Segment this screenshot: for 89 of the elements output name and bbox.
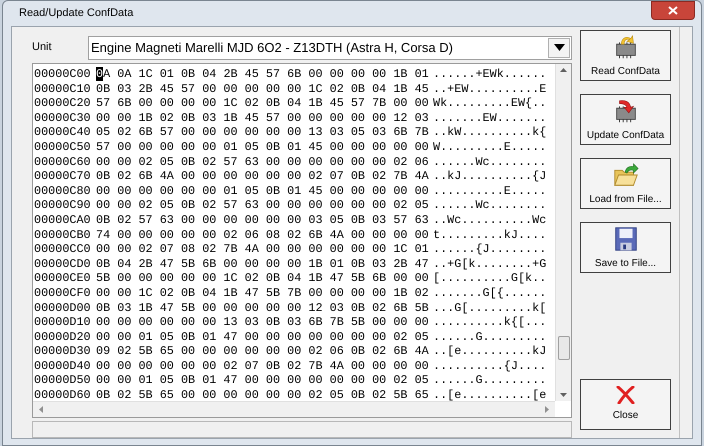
hex-bytes: 00 00 02 07 08 02 7B 4A 00 00 00 00 00 00 1C 01 (96, 242, 430, 257)
ascii-text: ......Wc........ (433, 154, 546, 170)
address-cell-text: 00000CD0 (34, 256, 92, 272)
scroll-left-icon[interactable] (39, 406, 43, 413)
action-button[interactable]: Load from File... (580, 158, 671, 209)
hex-bytes: 74 00 00 00 00 00 02 06 08 02 6B 4A 00 00 00 00 (96, 228, 430, 242)
address-cell-text: 00000CE0 (34, 271, 92, 286)
hex-bytes: 5B 00 00 00 00 00 1C 02 0B 04 1B 47 5B 6B 00 00 (96, 271, 430, 286)
hex-bytes: 00 00 01 05 0B 01 47 00 00 00 00 00 00 00 02 05 (96, 373, 430, 388)
ascii-text: ..[e..........kJ (433, 344, 546, 359)
ascii-text: ..kW..........k{ (433, 125, 546, 140)
scroll-right-icon[interactable] (545, 406, 549, 413)
ascii-text: Wk.........EW{.. (433, 96, 546, 111)
hex-bytes: 00 00 1B 02 0B 03 1B 45 57 00 00 00 00 00 12 03 (96, 110, 430, 126)
address-cell-text: 00000C10 (34, 82, 92, 96)
address-cell-text: 00000C90 (34, 198, 92, 213)
address-cell-text: 00000C00 (34, 67, 92, 82)
hex-bytes: 0B 04 2B 47 5B 6B 00 00 00 00 1B 01 0B 03 2B 47 (96, 256, 430, 272)
hex-bytes: 00 00 00 00 00 00 13 03 0B 03 6B 7B 5B 00 00 00 (96, 315, 430, 330)
ascii-text: ..+EW..........E (433, 82, 546, 96)
action-button[interactable]: Update ConfData (580, 94, 671, 145)
address-cell-text: 00000CC0 (34, 242, 92, 257)
ascii-text: ..kJ..........{J (433, 169, 546, 184)
address-cell-text: 00000D10 (34, 315, 92, 330)
hex-view[interactable] (32, 63, 572, 418)
ascii-text: W.........E..... (433, 140, 546, 155)
hex-bytes: 09 02 5B 65 00 00 00 00 00 00 02 06 0B 02 6B 4A (96, 344, 430, 359)
ascii-text: ......+EWk...... (433, 67, 546, 82)
hex-bytes: 00 00 00 00 00 00 01 05 0B 01 45 00 00 00 00 00 (96, 184, 430, 198)
address-cell-text: 00000C50 (34, 140, 92, 155)
close-button[interactable]: Close (580, 379, 671, 430)
hex-bytes: 00 00 00 00 00 00 02 07 0B 02 7B 4A 00 00 00 00 (96, 358, 430, 374)
ascii-text: ..Wc..........Wc (433, 212, 546, 228)
close-icon (616, 386, 636, 404)
address-cell-text: 00000D60 (34, 388, 92, 401)
hex-bytes: 0B 03 2B 45 57 00 00 00 00 00 1C 02 0B 04 1B 45 (96, 82, 430, 96)
ascii-text: ......Wc........ (433, 198, 546, 213)
hex-bytes: 57 00 00 00 00 00 01 05 0B 01 45 00 00 00 00 00 (96, 140, 430, 155)
hex-bytes: 00 00 1C 02 0B 04 1B 47 5B 7B 00 00 00 00 1B 02 (96, 286, 430, 300)
dropdown-arrow-icon (554, 44, 564, 51)
address-cell-text: 00000C70 (34, 169, 92, 184)
unit-dropdown[interactable]: Engine Magneti Marelli MJD 6O2 - Z13DTH (Astra H, Corsa D) (88, 36, 572, 60)
close-icon (668, 6, 678, 15)
address-cell-text: 00000CA0 (34, 212, 92, 228)
scroll-down-icon[interactable] (560, 393, 567, 397)
ascii-text: ......G......... (433, 330, 546, 344)
close-window-button[interactable] (651, 1, 695, 20)
address-cell-text: 00000D40 (34, 358, 92, 374)
horizontal-scrollbar[interactable] (33, 401, 555, 417)
address-cell-text: 00000D00 (34, 300, 92, 316)
hex-bytes: 00 00 01 05 0B 01 47 00 00 00 00 00 00 00 02 05 (96, 330, 430, 344)
vertical-scrollbar[interactable] (555, 64, 571, 401)
ascii-text: t.........kJ.... (433, 228, 546, 242)
window-title: Read/Update ConfData (19, 6, 134, 22)
ascii-text: ..........{J.... (433, 358, 546, 374)
ascii-text: ......{J........ (433, 242, 546, 257)
address-cell-text: 00000C60 (34, 154, 92, 170)
hex-bytes: 05 02 6B 57 00 00 00 00 00 00 13 03 05 03 6B 7B (96, 125, 430, 140)
action-button[interactable]: Read ConfData (580, 30, 671, 81)
hex-bytes: 57 6B 00 00 00 00 1C 02 0B 04 1B 45 57 7B 00 00 (96, 96, 430, 111)
address-cell-text: 00000D20 (34, 330, 92, 344)
scrollbar-thumb[interactable] (558, 336, 570, 360)
hex-bytes: 0B 02 5B 65 00 00 00 00 00 00 02 05 0B 02 5B 65 (96, 388, 430, 401)
hex-bytes: 00 00 02 05 0B 02 57 63 00 00 00 00 00 00 02 05 (96, 198, 430, 213)
ascii-text: [..........G[k.. (433, 271, 546, 286)
address-cell-text: 00000C20 (34, 96, 92, 111)
ascii-text: ..+G[k........+G (433, 256, 546, 272)
address-cell-text: 00000CF0 (34, 286, 92, 300)
ascii-text: ......G......... (433, 373, 546, 388)
hex-bytes: 0A 0A 1C 01 0B 04 2B 45 57 6B 00 00 00 00 1B 01 (96, 67, 430, 82)
address-cell-text: 00000C30 (34, 110, 92, 126)
ascii-text: .......G[{...... (433, 286, 546, 300)
ascii-text: ..........E..... (433, 184, 546, 198)
address-cell-text: 00000C40 (34, 125, 92, 140)
address-cell-text: 00000D30 (34, 344, 92, 359)
ascii-text: ..[e..........[e (433, 388, 546, 401)
ascii-text: ...G[.........k[ (433, 300, 546, 316)
address-cell-text: 00000CB0 (34, 228, 92, 242)
address-cell-text: 00000D50 (34, 373, 92, 388)
action-button[interactable]: Save to File... (580, 222, 671, 273)
hex-bytes: 00 00 02 05 0B 02 57 63 00 00 00 00 00 00 02 06 (96, 154, 430, 170)
ascii-text: .......EW....... (433, 110, 546, 126)
unit-label: Unit (32, 40, 53, 56)
hex-bytes: 0B 03 1B 47 5B 00 00 00 00 00 12 03 0B 02 6B 5B (96, 300, 430, 316)
ascii-text: ..........k{[... (433, 315, 546, 330)
scroll-up-icon[interactable] (560, 68, 567, 72)
hex-bytes: 0B 02 6B 4A 00 00 00 00 00 00 02 07 0B 02 7B 4A (96, 169, 430, 184)
address-cell-text: 00000C80 (34, 184, 92, 198)
hex-bytes: 0B 02 57 63 00 00 00 00 00 00 03 05 0B 03 57 63 (96, 212, 430, 228)
